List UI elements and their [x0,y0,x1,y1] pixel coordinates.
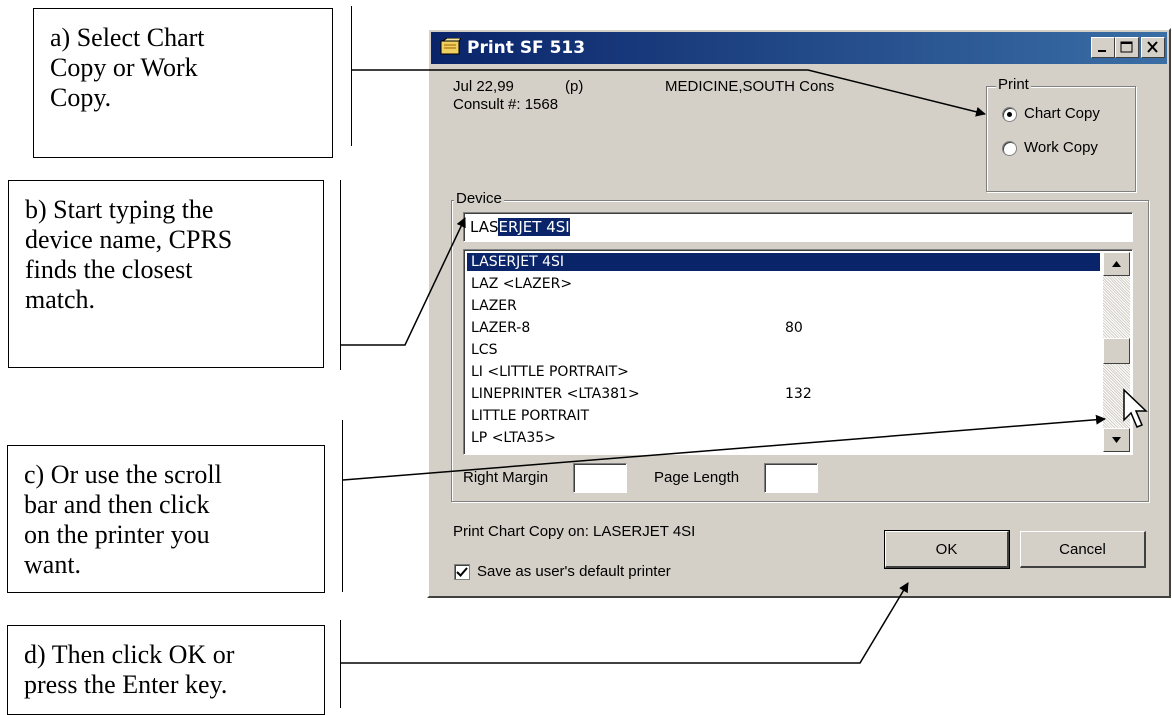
device-name: LINEPRINTER <LTA381> [471,386,640,402]
close-button[interactable] [1141,37,1165,58]
scroll-thumb[interactable] [1103,338,1130,364]
scroll-up-button[interactable] [1103,252,1130,276]
device-list-item[interactable]: LAZ <LAZER> [467,275,1100,293]
callout-c-divider [342,420,343,592]
device-list-item[interactable]: LITTLE PORTRAIT [467,407,1100,425]
device-list-item[interactable]: LP <LTA35> [467,429,1100,447]
device-list-item[interactable]: LAZER-8 80 [467,319,1100,337]
device-name: LCS [471,342,498,358]
device-name: LAZER-8 [471,320,531,336]
device-name: LAZ <LAZER> [471,276,573,292]
scroll-down-button[interactable] [1103,428,1130,452]
minimize-button[interactable] [1091,37,1115,58]
device-list-item[interactable]: LAZER [467,297,1100,315]
print-status: Print Chart Copy on: LASERJET 4SI [453,523,696,540]
save-default-label: Save as user's default printer [477,563,671,580]
callout-b-divider [340,180,341,370]
device-list-scrollbar[interactable] [1103,252,1130,452]
callout-c: c) Or use the scroll bar and then click … [7,445,325,593]
consult-service: MEDICINE,SOUTH Cons [665,78,835,95]
maximize-button[interactable] [1115,37,1139,58]
printer-notebook-icon [440,38,461,55]
consult-number: Consult #: 1568 [453,96,559,113]
device-name: LAZER [471,298,517,314]
device-name: LASERJET 4SI [471,254,565,270]
device-list-item[interactable]: LI <LITTLE PORTRAIT> [467,363,1100,381]
device-list-item[interactable]: LASERJET 4SI [467,253,1100,271]
close-icon [1147,41,1158,53]
title-bar[interactable]: Print SF 513 [431,32,1167,64]
checkmark-icon [456,567,468,577]
consult-date: Jul 22,99 [453,78,514,95]
device-input[interactable]: LASERJET 4SI [463,212,1133,242]
print-group-label: Print [996,76,1031,93]
cancel-button[interactable]: Cancel [1020,531,1146,568]
callout-a-divider [351,6,352,146]
chart-copy-label[interactable]: Chart Copy [1024,105,1100,122]
consult-p-flag: (p) [565,78,584,95]
callout-d-divider [340,620,341,708]
device-list-item[interactable]: LINEPRINTER <LTA381> 132 [467,385,1100,403]
device-list[interactable]: LP <LTA35> LITTLE PORTRAIT LINEPRINTER <LT… [463,249,1133,455]
work-copy-label[interactable]: Work Copy [1024,139,1098,156]
device-group-label: Device [454,190,504,207]
right-margin-label: Right Margin [463,469,549,486]
page-length-label: Page Length [654,469,740,486]
device-margin: 132 [785,386,812,402]
chart-copy-radio[interactable] [1002,107,1017,122]
ok-button[interactable]: OK [884,530,1010,569]
device-list-item[interactable]: LCS [467,341,1100,359]
device-margin: 80 [785,320,803,336]
minimize-icon [1098,50,1106,52]
right-margin-input[interactable] [573,463,627,493]
maximize-icon [1120,41,1133,53]
device-name: LP <LTA35> [471,430,556,446]
work-copy-radio[interactable] [1002,141,1017,156]
save-default-checkbox[interactable] [454,564,470,580]
page-length-input[interactable] [764,463,818,493]
callout-b: b) Start typing the device name, CPRS fi… [8,180,324,368]
window-title: Print SF 513 [467,38,586,58]
callout-a: a) Select Chart Copy or Work Copy. [33,8,333,158]
device-name: LITTLE PORTRAIT [471,408,590,424]
arrow-up-icon [1112,261,1121,267]
callout-d: d) Then click OK or press the Enter key. [7,625,325,715]
device-name: LI <LITTLE PORTRAIT> [471,364,629,380]
arrow-down-icon [1112,437,1121,443]
device-input-typed: LAS [470,218,499,236]
device-input-autocomplete: ERJET 4SI [498,218,570,236]
